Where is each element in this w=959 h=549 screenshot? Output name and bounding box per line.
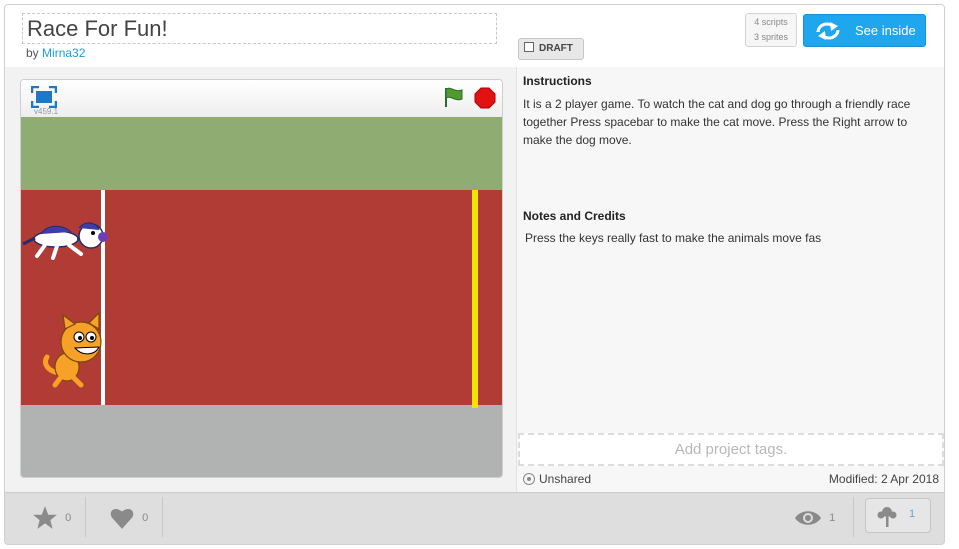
- stage-canvas[interactable]: [21, 117, 502, 477]
- green-flag-icon[interactable]: [442, 86, 464, 108]
- start-line: [101, 190, 105, 405]
- views-count: 1: [829, 512, 836, 524]
- love-count: 0: [142, 512, 149, 524]
- eye-icon: [795, 511, 821, 525]
- project-details: Instructions It is a 2 player game. To w…: [516, 67, 944, 492]
- finish-line: [472, 190, 478, 408]
- grass-strip: [21, 117, 502, 190]
- draft-checkbox[interactable]: [524, 42, 534, 52]
- draft-label: DRAFT: [539, 43, 573, 54]
- player-panel: v459.1: [5, 67, 516, 492]
- scripts-count: 4 scripts: [754, 17, 788, 27]
- see-inside-button[interactable]: See inside: [803, 14, 926, 47]
- draft-toggle[interactable]: DRAFT: [518, 38, 584, 60]
- fullscreen-icon[interactable]: [31, 86, 57, 108]
- views-count-display: 1: [794, 503, 835, 533]
- notes-text[interactable]: Press the keys really fast to make the a…: [525, 229, 925, 247]
- star-icon: [33, 506, 57, 529]
- modified-date: Modified: 2 Apr 2018: [828, 472, 939, 486]
- byline: by Mirna32: [26, 46, 85, 60]
- instructions-text[interactable]: It is a 2 player game. To watch the cat …: [523, 95, 923, 149]
- notes-heading: Notes and Credits: [523, 209, 626, 223]
- favorite-count: 0: [65, 512, 72, 524]
- favorite-button[interactable]: 0: [32, 503, 71, 533]
- remix-arrows-icon: [816, 22, 840, 40]
- see-inside-label: See inside: [855, 23, 916, 38]
- footer-divider: [853, 497, 854, 537]
- footer-divider: [162, 497, 163, 537]
- project-player: v459.1: [20, 79, 503, 478]
- remix-count: 1: [909, 508, 916, 520]
- remix-tree-icon: [877, 507, 897, 527]
- project-page: Race For Fun! by Mirna32 DRAFT 4 scripts…: [4, 4, 945, 545]
- project-stats-bar: 0 0 1 1: [5, 492, 944, 544]
- ground-strip: [21, 405, 502, 477]
- share-status-label: Unshared: [539, 472, 592, 486]
- unshared-icon: [523, 473, 535, 485]
- stop-sign-icon[interactable]: [474, 87, 496, 109]
- project-stats-badge: 4 scripts 3 sprites: [745, 13, 797, 47]
- footer-divider: [85, 497, 86, 537]
- add-tags-input[interactable]: Add project tags.: [518, 433, 944, 466]
- love-button[interactable]: 0: [109, 503, 148, 533]
- remix-tree-button[interactable]: 1: [865, 498, 931, 533]
- player-controls-bar: v459.1: [21, 80, 502, 117]
- player-version: v459.1: [34, 107, 59, 116]
- by-label: by: [26, 46, 39, 60]
- heart-icon: [110, 509, 134, 529]
- author-link[interactable]: Mirna32: [42, 46, 85, 60]
- share-status: Unshared: [523, 472, 591, 487]
- instructions-heading: Instructions: [523, 74, 592, 88]
- sprites-count: 3 sprites: [753, 32, 788, 42]
- project-title-field[interactable]: Race For Fun!: [22, 13, 497, 44]
- race-track: [21, 190, 502, 405]
- project-header: Race For Fun! by Mirna32 DRAFT 4 scripts…: [5, 5, 944, 68]
